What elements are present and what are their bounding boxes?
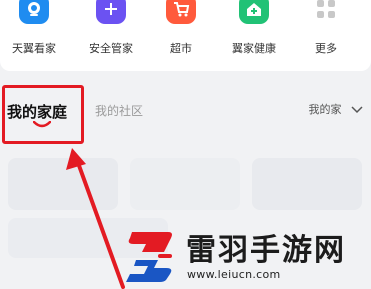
- watermark-title: 雷羽手游网: [186, 233, 346, 268]
- watermark: 雷羽手游网 www.leiucn.com: [0, 213, 371, 289]
- watermark-logo-icon: [126, 232, 172, 282]
- watermark-url: www.leiucn.com: [187, 268, 281, 281]
